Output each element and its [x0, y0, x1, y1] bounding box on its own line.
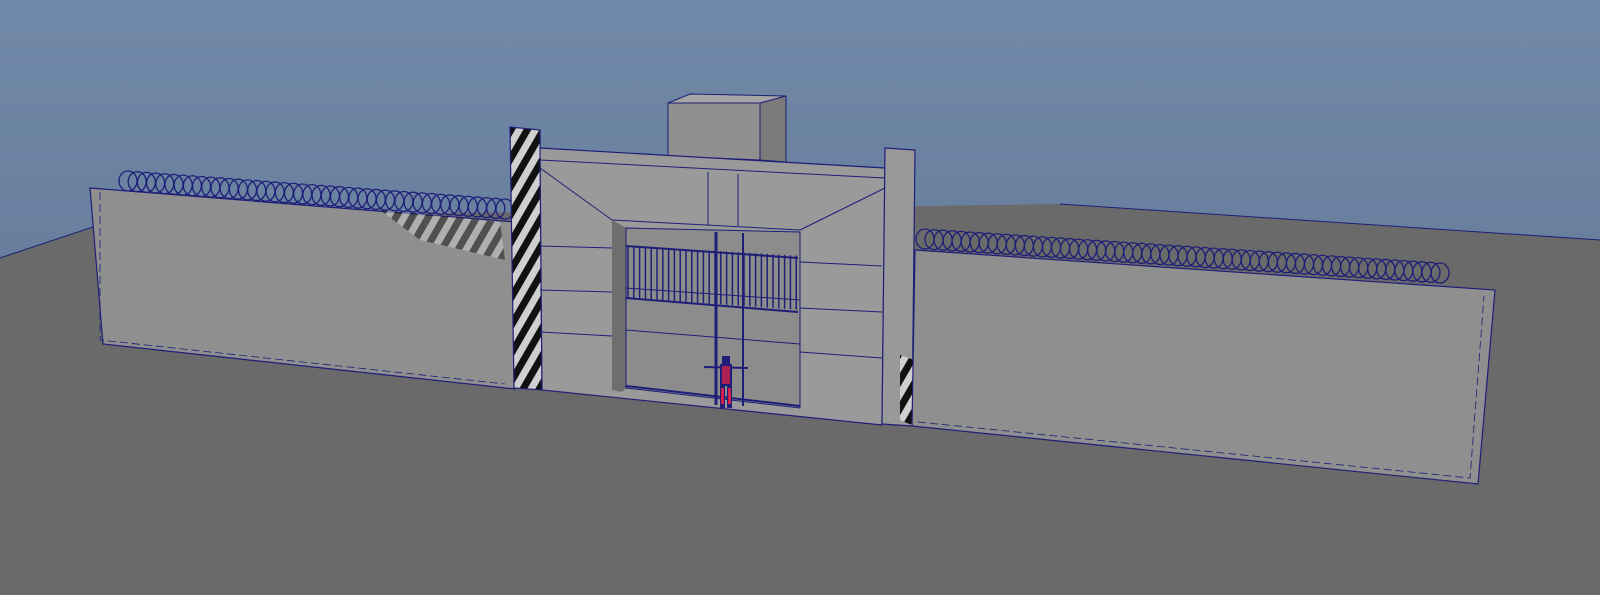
left-pillar[interactable]	[509, 126, 543, 391]
scene-canvas[interactable]	[0, 0, 1600, 595]
3d-viewport[interactable]	[0, 0, 1600, 595]
right-pillar[interactable]	[881, 147, 916, 427]
tower-box[interactable]	[667, 93, 787, 163]
